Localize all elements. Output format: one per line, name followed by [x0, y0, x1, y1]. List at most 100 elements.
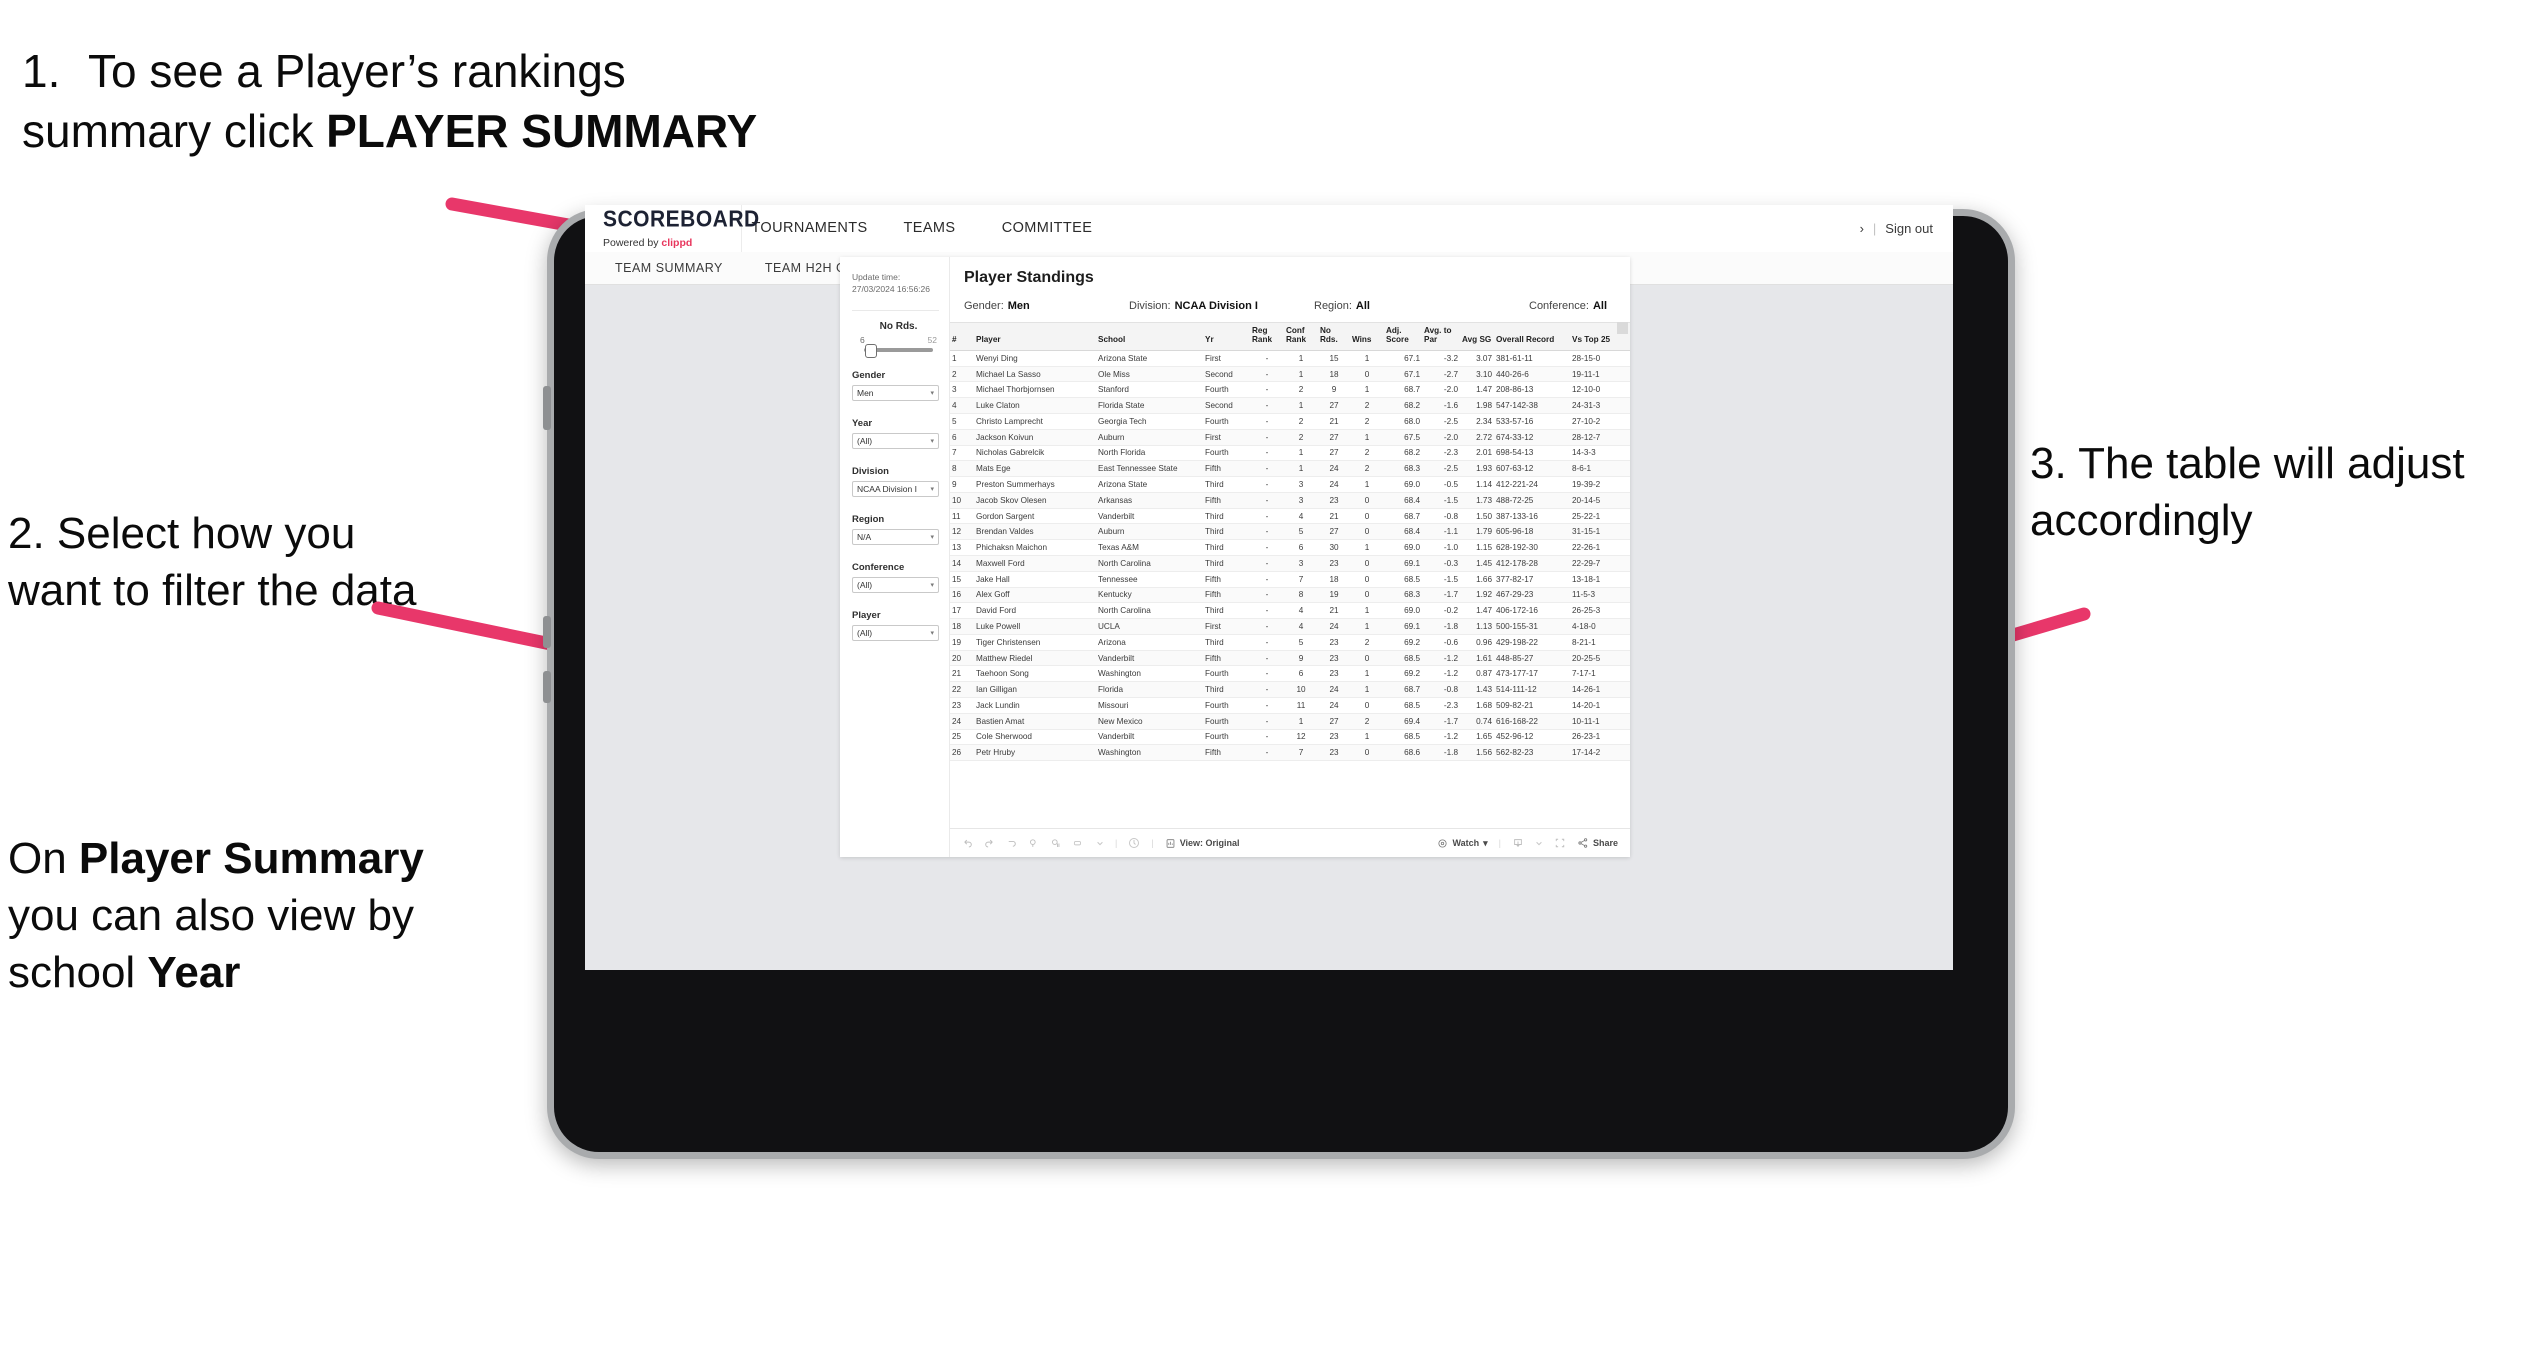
filter-division-select[interactable]: NCAA Division I ▾: [852, 480, 939, 497]
cell-t50: 29-38-2: [1629, 681, 1630, 699]
device-preview-icon[interactable]: [1072, 838, 1085, 849]
redo-icon[interactable]: [984, 838, 995, 849]
cell-num: 24: [950, 713, 974, 730]
cell-conf: 9: [1284, 650, 1318, 667]
cell-nords: 23: [1318, 729, 1350, 746]
table-row[interactable]: 26 Petr Hruby Washington Fifth -7 23 0 68.6 -1.8…: [950, 744, 1630, 762]
table-row[interactable]: 5 Christo Lamprecht Georgia Tech Fourth -2 21…: [950, 413, 1630, 430]
refresh-icon[interactable]: [1028, 838, 1039, 849]
table-row[interactable]: 25 Cole Sherwood Vanderbilt Fourth -12 23 1 68.…: [950, 729, 1630, 746]
standings-table-wrapper[interactable]: # Player School Yr Reg Rank Conf Rank No Rds. W…: [950, 322, 1630, 828]
col-header-school[interactable]: School: [1096, 322, 1203, 351]
col-header-nords[interactable]: No Rds.: [1318, 322, 1350, 351]
col-header-wins[interactable]: Wins: [1350, 322, 1384, 351]
col-header-conf[interactable]: Conf Rank: [1284, 322, 1318, 351]
col-header-par[interactable]: Avg. to Par: [1422, 322, 1460, 351]
table-row[interactable]: 11 Gordon Sargent Vanderbilt Third -4 21 0 68.7…: [950, 508, 1630, 525]
table-row[interactable]: 3 Michael Thorbjornsen Stanford Fourth -2 9 1 6…: [950, 381, 1630, 399]
table-row[interactable]: 2 Michael La Sasso Ole Miss Second -1 18 0 67.1…: [950, 366, 1630, 383]
filter-year-select[interactable]: (All) ▾: [852, 432, 939, 449]
col-header-sg[interactable]: Avg SG: [1460, 322, 1494, 351]
filter-conference-select[interactable]: (All) ▾: [852, 576, 939, 593]
table-row[interactable]: 9 Preston Summerhays Arizona State Third -3 2…: [950, 476, 1630, 493]
cell-yr: Fourth: [1203, 381, 1250, 399]
cell-yr: Third: [1203, 476, 1250, 493]
revert-icon[interactable]: [1006, 838, 1017, 849]
cell-rec: 628-192-30: [1494, 539, 1570, 556]
pause-circle-icon[interactable]: [1128, 837, 1140, 849]
col-header-rec[interactable]: Overall Record: [1494, 322, 1570, 351]
cell-par: -0.2: [1422, 602, 1460, 620]
share-button[interactable]: Share: [1577, 837, 1618, 849]
col-header-player[interactable]: Player: [974, 322, 1096, 351]
cell-reg: -: [1250, 713, 1284, 730]
no-rds-slider-handle[interactable]: [865, 343, 878, 358]
nav-item-committee[interactable]: COMMITTEE: [982, 205, 1112, 252]
cell-adj: 69.1: [1384, 555, 1422, 572]
chevron-down-icon[interactable]: [1535, 839, 1543, 847]
tab-team-summary[interactable]: TEAM SUMMARY: [615, 261, 723, 275]
fullscreen-icon[interactable]: [1554, 837, 1566, 849]
no-rds-slider-track[interactable]: [864, 343, 933, 358]
table-row[interactable]: 19 Tiger Christensen Arizona Third -5 23 2 69.2…: [950, 634, 1630, 651]
table-row[interactable]: 14 Maxwell Ford North Carolina Third -3 23 0 69…: [950, 555, 1630, 572]
filter-player-select[interactable]: (All) ▾: [852, 624, 939, 641]
watch-button[interactable]: Watch ▾: [1437, 838, 1488, 849]
table-row[interactable]: 15 Jake Hall Tennessee Fifth -7 18 0 68.5 -1.5 1.…: [950, 571, 1630, 588]
sign-out-link[interactable]: Sign out: [1885, 221, 1933, 236]
param-gender: Gender: Men: [964, 300, 1129, 312]
cell-sg: 1.15: [1460, 539, 1494, 556]
table-row[interactable]: 24 Bastien Amat New Mexico Fourth -1 27 2 69.4-…: [950, 713, 1630, 730]
cell-player: David Ford: [974, 602, 1096, 620]
pause-icon[interactable]: [1050, 838, 1061, 849]
col-header-reg[interactable]: Reg Rank: [1250, 322, 1284, 351]
cell-sg: 1.66: [1460, 571, 1494, 588]
filter-gender-select[interactable]: Men ▾: [852, 384, 939, 401]
table-row[interactable]: 20 Matthew Riedel Vanderbilt Fifth -9 23 0 68.5…: [950, 650, 1630, 667]
table-row[interactable]: 23 Jack Lundin Missouri Fourth -11 24 0 68.5 -2.…: [950, 697, 1630, 714]
col-header-num[interactable]: #: [950, 322, 974, 351]
table-row[interactable]: 13 Phichaksn Maichon Texas A&M Third -6 30 1 69…: [950, 539, 1630, 556]
filter-player-value: (All): [857, 627, 873, 638]
table-row[interactable]: 21 Taehoon Song Washington Fourth -6 23 1 69.2-…: [950, 665, 1630, 683]
cell-yr: Third: [1203, 539, 1250, 556]
cell-par: -1.8: [1422, 744, 1460, 762]
cell-nords: 23: [1318, 744, 1350, 762]
nav-item-tournaments[interactable]: TOURNAMENTS: [742, 205, 877, 252]
cell-reg: -: [1250, 634, 1284, 651]
cell-conf: 4: [1284, 618, 1318, 635]
filter-conference-label: Conference: [852, 561, 905, 573]
table-row[interactable]: 18 Luke Powell UCLA First -4 24 1 69.1 -1.8 1.13 5…: [950, 618, 1630, 635]
table-row[interactable]: 8 Mats Ege East Tennessee State Fifth -1 24 2 6…: [950, 460, 1630, 478]
col-header-t50[interactable]: Vs Top 50: [1629, 322, 1630, 351]
table-row[interactable]: 16 Alex Goff Kentucky Fifth -8 19 0 68.3 -1.7 1.9…: [950, 587, 1630, 604]
table-row[interactable]: 17 David Ford North Carolina Third -4 21 1 69.0…: [950, 602, 1630, 620]
cell-wins: 0: [1350, 492, 1384, 509]
col-header-yr[interactable]: Yr: [1203, 322, 1250, 351]
chevron-down-icon[interactable]: [1096, 839, 1104, 847]
app-logo[interactable]: SCOREBOARD Powered by clippd: [585, 205, 759, 252]
callout-2b-bold-player-summary: Player Summary: [78, 834, 424, 883]
table-row[interactable]: 1 Wenyi Ding Arizona State First -1 15 1 67.1 -3…: [950, 350, 1630, 367]
download-icon[interactable]: [1512, 837, 1524, 849]
table-row[interactable]: 7 Nicholas Gabrelcik North Florida Fourth -1…: [950, 445, 1630, 462]
filters-divider: [852, 309, 939, 311]
filter-region-select[interactable]: N/A ▾: [852, 528, 939, 545]
vertical-scrollbar[interactable]: [1617, 322, 1628, 334]
table-row[interactable]: 12 Brendan Valdes Auburn Third -5 27 0 68.4 -1.1…: [950, 523, 1630, 541]
cell-conf: 3: [1284, 492, 1318, 509]
table-row[interactable]: 6 Jackson Koivun Auburn First -2 27 1 67.5 -2.0 2…: [950, 429, 1630, 446]
undo-icon[interactable]: [962, 838, 973, 849]
table-row[interactable]: 4 Luke Claton Florida State Second -1 27 2 68.2…: [950, 397, 1630, 414]
cell-yr: Third: [1203, 555, 1250, 572]
table-row[interactable]: 10 Jacob Skov Olesen Arkansas Fifth -3 23 0 68.…: [950, 492, 1630, 509]
cell-t25: 12-10-0: [1570, 381, 1629, 399]
nav-item-teams[interactable]: TEAMS: [877, 205, 982, 252]
chevron-right-icon[interactable]: ›: [1860, 221, 1864, 236]
table-row[interactable]: 22 Ian Gilligan Florida Third -10 24 1 68.7 -0.8…: [950, 681, 1630, 699]
callout-step-2: 2. Select how you want to filter the dat…: [8, 505, 428, 619]
view-original-button[interactable]: View: Original: [1165, 838, 1240, 849]
cell-adj: 68.3: [1384, 460, 1422, 478]
cell-player: Jackson Koivun: [974, 429, 1096, 446]
col-header-adj[interactable]: Adj. Score: [1384, 322, 1422, 351]
